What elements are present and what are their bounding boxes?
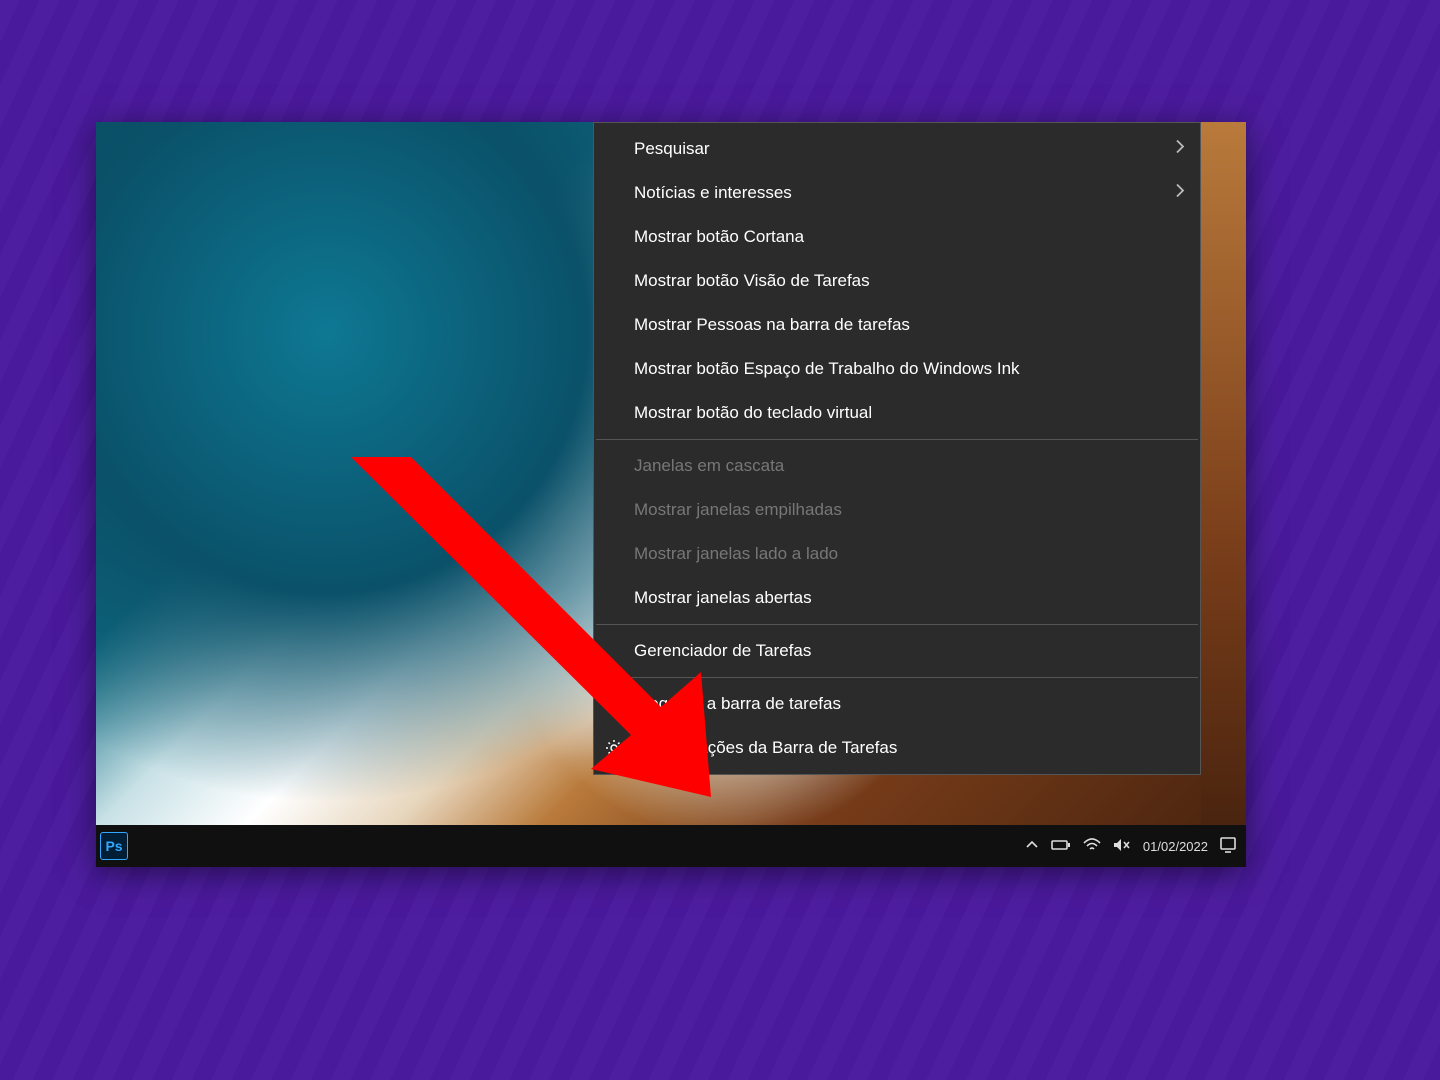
menu-item-janelas-empilhadas: Mostrar janelas empilhadas [594,488,1200,532]
screenshot-frame: Pesquisar Notícias e interesses Mostrar … [96,122,1246,867]
menu-item-label: Mostrar botão Espaço de Trabalho do Wind… [634,359,1020,379]
menu-item-gerenciador-tarefas[interactable]: Gerenciador de Tarefas [594,629,1200,673]
system-tray: 01/02/2022 [1025,837,1236,856]
menu-item-pesquisar[interactable]: Pesquisar [594,127,1200,171]
menu-separator [596,677,1198,678]
menu-item-label: Janelas em cascata [634,456,784,476]
menu-item-label: Mostrar janelas empilhadas [634,500,842,520]
menu-separator [596,439,1198,440]
menu-item-mostrar-teclado-virtual[interactable]: Mostrar botão do teclado virtual [594,391,1200,435]
menu-item-mostrar-windows-ink[interactable]: Mostrar botão Espaço de Trabalho do Wind… [594,347,1200,391]
taskbar[interactable]: Ps 01/02/2022 [96,825,1246,867]
menu-item-label: Mostrar botão do teclado virtual [634,403,872,423]
menu-item-mostrar-pessoas[interactable]: Mostrar Pessoas na barra de tarefas [594,303,1200,347]
menu-item-mostrar-janelas-abertas[interactable]: Mostrar janelas abertas [594,576,1200,620]
menu-item-label: Mostrar botão Cortana [634,227,804,247]
menu-item-label: Configurações da Barra de Tarefas [634,738,897,758]
menu-item-janelas-cascata: Janelas em cascata [594,444,1200,488]
menu-item-noticias-interesses[interactable]: Notícias e interesses [594,171,1200,215]
battery-icon[interactable] [1051,838,1071,854]
menu-separator [596,624,1198,625]
menu-item-label: Bloquear a barra de tarefas [634,694,841,714]
check-icon [604,694,624,714]
volume-muted-icon[interactable] [1113,838,1131,855]
menu-item-label: Pesquisar [634,139,710,159]
menu-item-label: Mostrar Pessoas na barra de tarefas [634,315,910,335]
notifications-icon[interactable] [1220,837,1236,856]
wifi-icon[interactable] [1083,838,1101,855]
tray-chevron-up-icon[interactable] [1025,838,1039,855]
menu-item-label: Mostrar botão Visão de Tarefas [634,271,870,291]
photoshop-taskbar-icon[interactable]: Ps [100,832,128,860]
menu-item-bloquear-barra[interactable]: Bloquear a barra de tarefas [594,682,1200,726]
menu-item-janelas-lado-a-lado: Mostrar janelas lado a lado [594,532,1200,576]
chevron-right-icon [1174,183,1186,204]
wallpaper-coast-strip [1201,122,1246,825]
tray-date[interactable]: 01/02/2022 [1143,839,1208,854]
gear-icon [604,738,624,758]
menu-item-label: Mostrar janelas abertas [634,588,812,608]
photoshop-abbr: Ps [105,838,122,854]
menu-item-label: Gerenciador de Tarefas [634,641,811,661]
menu-item-configuracoes-barra[interactable]: Configurações da Barra de Tarefas [594,726,1200,770]
menu-item-label: Mostrar janelas lado a lado [634,544,838,564]
taskbar-context-menu: Pesquisar Notícias e interesses Mostrar … [593,122,1201,775]
menu-item-mostrar-visao-tarefas[interactable]: Mostrar botão Visão de Tarefas [594,259,1200,303]
menu-item-label: Notícias e interesses [634,183,792,203]
chevron-right-icon [1174,139,1186,160]
menu-item-mostrar-cortana[interactable]: Mostrar botão Cortana [594,215,1200,259]
